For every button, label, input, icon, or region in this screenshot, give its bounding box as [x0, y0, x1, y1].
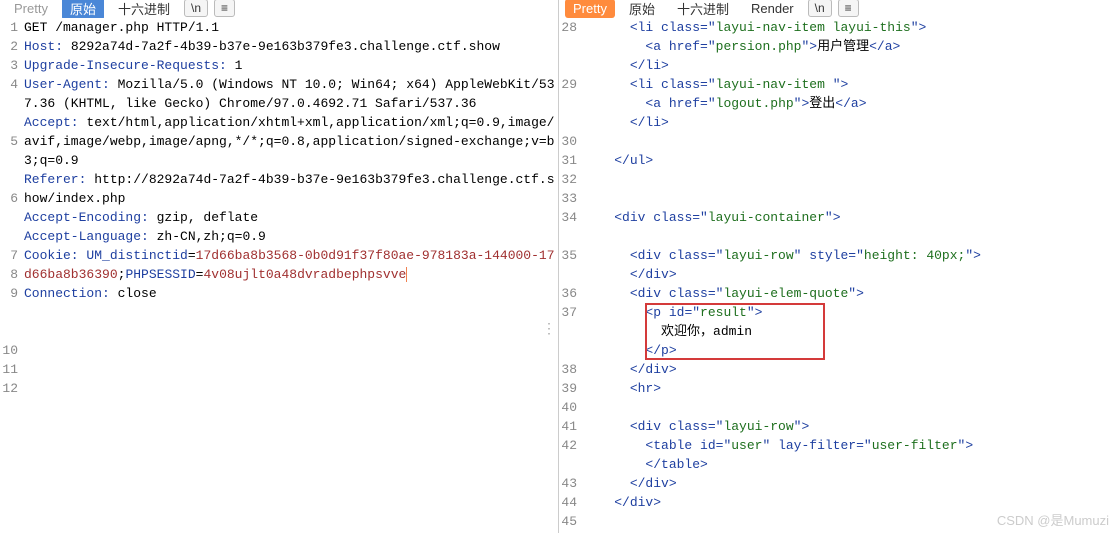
- code-line[interactable]: <a href="logout.php">登出</a>: [583, 94, 1117, 113]
- code-line[interactable]: Upgrade-Insecure-Requests: 1: [24, 56, 558, 75]
- code-line[interactable]: </li>: [583, 56, 1117, 75]
- code-line[interactable]: Accept-Encoding: gzip, deflate: [24, 208, 558, 227]
- code-line[interactable]: Cookie: UM_distinctid=17d66ba8b3568-0b0d…: [24, 246, 558, 284]
- code-line[interactable]: Referer: http://8292a74d-7a2f-4b39-b37e-…: [24, 170, 558, 208]
- request-code-area[interactable]: 123456789101112 GET /manager.php HTTP/1.…: [0, 18, 558, 533]
- more-icon[interactable]: ⋮: [542, 328, 556, 332]
- code-line[interactable]: [583, 227, 1117, 246]
- request-code[interactable]: GET /manager.php HTTP/1.1Host: 8292a74d-…: [22, 18, 558, 533]
- code-line[interactable]: <p id="result">: [583, 303, 1117, 322]
- code-line[interactable]: <a href="persion.php">用户管理</a>: [583, 37, 1117, 56]
- code-line[interactable]: User-Agent: Mozilla/5.0 (Windows NT 10.0…: [24, 75, 558, 113]
- code-line[interactable]: 欢迎你，admin: [583, 322, 1117, 341]
- tab-raw[interactable]: 原始: [621, 0, 663, 18]
- code-line[interactable]: </table>: [583, 455, 1117, 474]
- tab-hex[interactable]: 十六进制: [669, 0, 737, 18]
- code-line[interactable]: <hr>: [583, 379, 1117, 398]
- request-toolbar: Pretty 原始 十六进制 \n ≡: [0, 0, 558, 18]
- tab-pretty[interactable]: Pretty: [6, 0, 56, 18]
- response-panel: Pretty 原始 十六进制 Render \n ≡ 2829303132333…: [559, 0, 1117, 533]
- tab-hex[interactable]: 十六进制: [110, 0, 178, 18]
- newline-button[interactable]: \n: [808, 0, 832, 17]
- response-toolbar: Pretty 原始 十六进制 Render \n ≡: [559, 0, 1117, 18]
- code-line[interactable]: Accept-Language: zh-CN,zh;q=0.9: [24, 227, 558, 246]
- wrap-button[interactable]: ≡: [214, 0, 235, 17]
- response-code[interactable]: <li class="layui-nav-item layui-this"> <…: [581, 18, 1117, 533]
- newline-button[interactable]: \n: [184, 0, 208, 17]
- code-line[interactable]: </div>: [583, 493, 1117, 512]
- code-line[interactable]: [583, 170, 1117, 189]
- code-line[interactable]: [24, 303, 558, 322]
- code-line[interactable]: <li class="layui-nav-item layui-this">: [583, 18, 1117, 37]
- code-line[interactable]: GET /manager.php HTTP/1.1: [24, 18, 558, 37]
- code-line[interactable]: Connection: close: [24, 284, 558, 303]
- request-panel: Pretty 原始 十六进制 \n ≡ 123456789101112 GET …: [0, 0, 559, 533]
- code-line[interactable]: </li>: [583, 113, 1117, 132]
- code-line[interactable]: </div>: [583, 360, 1117, 379]
- code-line[interactable]: <table id="user" lay-filter="user-filter…: [583, 436, 1117, 455]
- wrap-button[interactable]: ≡: [838, 0, 859, 17]
- code-line[interactable]: Accept: text/html,application/xhtml+xml,…: [24, 113, 558, 170]
- tab-raw[interactable]: 原始: [62, 0, 104, 18]
- code-line[interactable]: </ul>: [583, 151, 1117, 170]
- tab-render[interactable]: Render: [743, 0, 802, 18]
- code-line[interactable]: [583, 512, 1117, 531]
- code-line[interactable]: </div>: [583, 265, 1117, 284]
- code-line[interactable]: <div class="layui-row" style="height: 40…: [583, 246, 1117, 265]
- request-gutter: 123456789101112: [0, 18, 22, 533]
- code-line[interactable]: <div class="layui-container">: [583, 208, 1117, 227]
- code-line[interactable]: <div class="layui-row">: [583, 417, 1117, 436]
- code-line[interactable]: [583, 398, 1117, 417]
- code-line[interactable]: <li class="layui-nav-item ">: [583, 75, 1117, 94]
- tab-pretty[interactable]: Pretty: [565, 0, 615, 18]
- code-line[interactable]: </div>: [583, 474, 1117, 493]
- response-gutter: 28293031323334353637383940414243444546: [559, 18, 581, 533]
- code-line[interactable]: </p>: [583, 341, 1117, 360]
- code-line[interactable]: <div class="layui-elem-quote">: [583, 284, 1117, 303]
- code-line[interactable]: [583, 189, 1117, 208]
- code-line[interactable]: [583, 132, 1117, 151]
- code-line[interactable]: [24, 322, 558, 341]
- code-line[interactable]: Host: 8292a74d-7a2f-4b39-b37e-9e163b379f…: [24, 37, 558, 56]
- response-code-area[interactable]: 28293031323334353637383940414243444546 <…: [559, 18, 1117, 533]
